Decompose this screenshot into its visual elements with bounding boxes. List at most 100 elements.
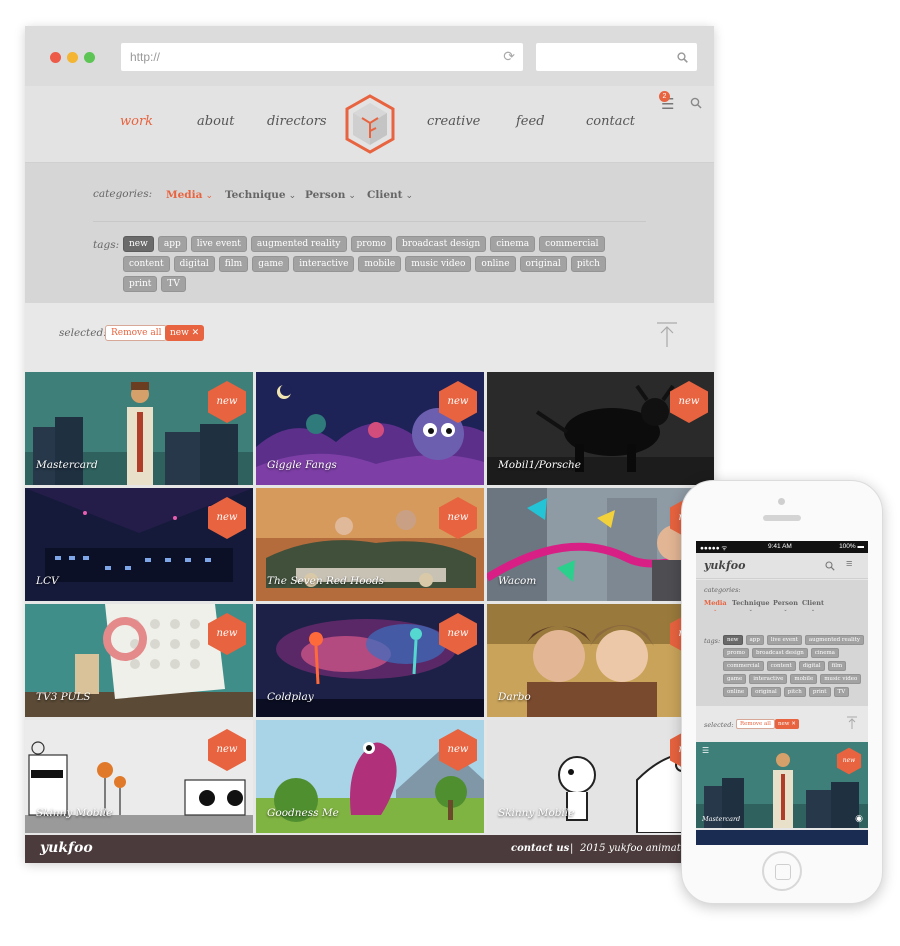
maximize-window-button[interactable] [84, 52, 95, 63]
browser-search-field[interactable] [536, 43, 697, 71]
work-tile[interactable]: LCV new [25, 488, 253, 601]
work-tile[interactable]: Skinny Mobile new [487, 720, 714, 833]
phone-tag-tv[interactable]: TV [833, 687, 850, 697]
home-button[interactable] [762, 851, 802, 891]
remove-all-button[interactable]: Remove all [105, 325, 168, 341]
tag-pitch[interactable]: pitch [570, 256, 606, 272]
phone-category-person[interactable]: Person ⌄ [773, 599, 798, 613]
phone-tag-cinema[interactable]: cinema [810, 648, 839, 658]
phone-tag-live-event[interactable]: live event [766, 635, 802, 645]
phone-tag-film[interactable]: film [827, 661, 847, 671]
work-tile[interactable]: Wacom new [487, 488, 714, 601]
nav-directors[interactable]: directors [267, 114, 327, 129]
work-tile[interactable]: Goodness Me new [256, 720, 484, 833]
tag-film[interactable]: film [218, 256, 249, 272]
phone-tag-promo[interactable]: promo [723, 648, 749, 658]
phone-tag-game[interactable]: game [723, 674, 747, 684]
tag-game[interactable]: game [252, 256, 290, 272]
reload-icon[interactable]: ⟳ [503, 48, 515, 65]
phone-tag-original[interactable]: original [751, 687, 781, 697]
category-person-label: Person [305, 189, 346, 201]
yukfoo-logo[interactable] [344, 94, 396, 154]
phone-tag-commercial[interactable]: commercial [723, 661, 764, 671]
work-tile[interactable]: Mastercard new [25, 372, 253, 485]
tag-cinema[interactable]: cinema [490, 236, 536, 252]
tag-new[interactable]: new [123, 236, 154, 252]
chevron-down-icon: ⌄ [405, 191, 414, 201]
work-tile[interactable]: Darbo new [487, 604, 714, 717]
signal-indicator: ●●●●● ᯤ [700, 545, 728, 552]
scroll-to-top-icon[interactable] [846, 716, 858, 730]
scroll-to-top-icon[interactable] [655, 322, 679, 348]
tile-title: TV3 PULS [36, 691, 91, 703]
phone-tag-print[interactable]: print [808, 687, 831, 697]
nav-creative[interactable]: creative [427, 114, 480, 129]
tag-augmented-reality[interactable]: augmented reality [250, 236, 347, 252]
phone-categories-label: categories: [704, 586, 741, 594]
work-tile[interactable]: Skinny Mobile new [25, 720, 253, 833]
tag-live-event[interactable]: live event [190, 236, 247, 252]
tile-title: Mastercard [36, 459, 98, 471]
category-media[interactable]: Media ⌄ [166, 189, 213, 201]
tag-print[interactable]: print [123, 276, 158, 292]
tag-digital[interactable]: digital [173, 256, 215, 272]
search-icon[interactable] [825, 561, 835, 571]
tag-online[interactable]: online [475, 256, 516, 272]
phone-category-technique[interactable]: Technique ⌄ [732, 599, 770, 613]
phone-header: yukfoo ≡ [696, 553, 868, 579]
phone-tag-online[interactable]: online [723, 687, 749, 697]
work-tile[interactable]: Giggle Fangs new [256, 372, 484, 485]
work-tile[interactable]: Mobil1/Porsche new [487, 372, 714, 485]
phone-tag-music-video[interactable]: music video [820, 674, 862, 684]
phone-tag-broadcast-design[interactable]: broadcast design [752, 648, 808, 658]
eye-icon[interactable]: ◉ [855, 814, 863, 824]
tag-commercial[interactable]: commercial [539, 236, 605, 252]
work-tile[interactable]: The Seven Red Hoods new [256, 488, 484, 601]
contact-us-link[interactable]: contact us [511, 843, 569, 854]
footer-brand[interactable]: yukfoo [40, 840, 93, 856]
chevron-down-icon: ⌄ [348, 191, 356, 201]
close-window-button[interactable] [50, 52, 61, 63]
nav-feed[interactable]: feed [516, 114, 545, 129]
selected-tag-new-chip[interactable]: new ✕ [165, 325, 205, 341]
work-tile[interactable]: Coldplay new [256, 604, 484, 717]
phone-tag-augmented-reality[interactable]: augmented reality [804, 635, 864, 645]
category-technique[interactable]: Technique ⌄ [225, 189, 296, 201]
phone-tag-content[interactable]: content [766, 661, 796, 671]
phone-tag-pitch[interactable]: pitch [783, 687, 806, 697]
tag-content[interactable]: content [123, 256, 170, 272]
phone-tag-app[interactable]: app [745, 635, 764, 645]
phone-tag-interactive[interactable]: interactive [749, 674, 788, 684]
tag-mobile[interactable]: mobile [358, 256, 402, 272]
address-bar[interactable]: http:// ⟳ [121, 43, 523, 71]
phone-tag-mobile[interactable]: mobile [790, 674, 818, 684]
search-icon[interactable] [690, 97, 702, 109]
phone-work-tile[interactable] [696, 830, 868, 845]
phone-brand[interactable]: yukfoo [704, 559, 745, 572]
phone-tag-new[interactable]: new [723, 635, 743, 645]
nav-about[interactable]: about [197, 114, 235, 129]
phone-work-tile[interactable]: ☰ new Mastercard ◉ [696, 742, 868, 828]
tag-music-video[interactable]: music video [405, 256, 472, 272]
category-client[interactable]: Client ⌄ [367, 189, 413, 201]
chevron-down-icon: ⌄ [783, 607, 788, 613]
phone-tag-digital[interactable]: digital [798, 661, 825, 671]
tag-interactive[interactable]: interactive [293, 256, 355, 272]
tag-tv[interactable]: TV [161, 276, 186, 292]
hamburger-menu-icon[interactable]: ≡ [846, 558, 852, 570]
list-view-icon[interactable]: ☰ [702, 746, 709, 755]
minimize-window-button[interactable] [67, 52, 78, 63]
tag-broadcast-design[interactable]: broadcast design [395, 236, 487, 252]
phone-category-client[interactable]: Client ⌄ [802, 599, 824, 613]
nav-contact[interactable]: contact [586, 114, 635, 129]
phone-selected-tag-new-chip[interactable]: new ✕ [775, 719, 799, 729]
tag-original[interactable]: original [519, 256, 567, 272]
work-tile[interactable]: TV3 PULS new [25, 604, 253, 717]
phone-category-media[interactable]: Media ⌄ [704, 599, 727, 613]
category-person[interactable]: Person ⌄ [305, 189, 356, 201]
chevron-down-icon: ⌄ [748, 607, 753, 613]
phone-remove-all-button[interactable]: Remove all [736, 719, 775, 729]
nav-work[interactable]: work [120, 114, 153, 129]
tag-app[interactable]: app [157, 236, 187, 252]
tag-promo[interactable]: promo [350, 236, 392, 252]
